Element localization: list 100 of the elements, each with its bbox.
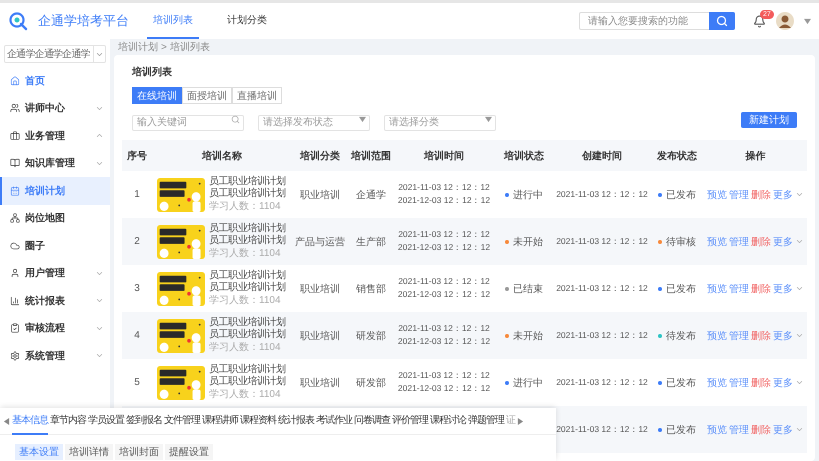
action-link[interactable]: 管理 — [729, 188, 749, 202]
more-link[interactable]: 更多 — [773, 376, 793, 390]
table-cell: 生产部 — [348, 218, 394, 265]
action-link[interactable]: 预览 — [707, 188, 727, 202]
panel-tab[interactable]: 文件管理 — [164, 408, 200, 434]
chevron-down-icon[interactable] — [795, 425, 804, 434]
delete-link[interactable]: 删除 — [751, 422, 771, 436]
created-time: 2021-11-03 12：12：12 — [556, 282, 648, 292]
sidebar-item[interactable]: 统计报表 — [0, 287, 110, 314]
table-cell: 2 — [122, 218, 152, 265]
more-link[interactable]: 更多 — [773, 188, 793, 202]
column-header: 培训分类 — [292, 140, 348, 171]
chevron-down-icon[interactable] — [795, 237, 804, 246]
search-field[interactable]: 请输入您要搜索的功能 — [579, 12, 709, 30]
sidebar-item[interactable]: 审核流程 — [0, 314, 110, 342]
action-link[interactable]: 管理 — [729, 234, 749, 248]
sub-tab[interactable]: 培训封面 — [115, 444, 163, 460]
sub-tab[interactable]: 培训详情 — [65, 444, 113, 460]
delete-link[interactable]: 删除 — [751, 282, 771, 296]
status-text: 已结束 — [513, 282, 543, 296]
action-link[interactable]: 管理 — [729, 422, 749, 436]
sidebar-item[interactable]: 培训计划 — [0, 177, 110, 204]
action-link[interactable]: 预览 — [707, 376, 727, 390]
action-link[interactable]: 预览 — [707, 282, 727, 296]
scroll-right-icon — [517, 418, 524, 424]
end-time: 2021-12-03 12：12：12 — [398, 195, 490, 207]
delete-link[interactable]: 删除 — [751, 188, 771, 202]
category-select[interactable]: 请选择分类 — [384, 114, 496, 130]
panel-tab[interactable]: 问卷调查 — [354, 408, 390, 434]
delete-link[interactable]: 删除 — [751, 376, 771, 390]
training-name[interactable]: 员工职业培训计划员工职业培训计划 — [209, 223, 291, 247]
segment-tab[interactable]: 直播培训 — [232, 87, 282, 104]
panel-tab[interactable]: 学员设置 — [88, 408, 124, 434]
table-cell: 研发部 — [348, 312, 394, 359]
search-button[interactable] — [709, 12, 735, 30]
training-name[interactable]: 员工职业培训计划员工职业培训计划 — [209, 270, 291, 294]
training-name[interactable]: 员工职业培训计划员工职业培训计划 — [209, 364, 291, 388]
caret-icon — [485, 116, 492, 123]
start-time: 2021-11-03 12：12：12 — [398, 276, 490, 288]
chevron-down-icon[interactable] — [795, 190, 804, 199]
chevron-down-icon[interactable] — [795, 378, 804, 387]
delete-link[interactable]: 删除 — [751, 234, 771, 248]
more-link[interactable]: 更多 — [773, 422, 793, 436]
action-link[interactable]: 管理 — [729, 328, 749, 342]
panel-tab[interactable]: 统计报表 — [278, 408, 314, 434]
keyword-field[interactable]: 输入关键词 — [132, 114, 244, 130]
sub-tab[interactable]: 基本设置 — [15, 444, 63, 460]
bell-icon[interactable] — [753, 14, 766, 28]
segment-tab[interactable]: 面授培训 — [182, 87, 232, 104]
panel-tab[interactable]: 课程讨论 — [430, 408, 466, 434]
action-link[interactable]: 预览 — [707, 234, 727, 248]
status-select[interactable]: 请选择发布状态 — [258, 114, 370, 130]
card-title: 培训列表 — [132, 65, 173, 79]
panel-tab[interactable]: 课程资料 — [240, 408, 276, 434]
delete-link[interactable]: 删除 — [751, 328, 771, 342]
panel-tab[interactable]: 章节内容 — [50, 408, 86, 434]
sub-tab[interactable]: 提醒设置 — [165, 444, 213, 460]
more-link[interactable]: 更多 — [773, 234, 793, 248]
panel-tab[interactable]: 评价管理 — [392, 408, 428, 434]
sidebar-item[interactable]: 岗位地图 — [0, 204, 110, 232]
breadcrumb-item[interactable]: 培训计划 — [118, 40, 158, 54]
table-cell: 职业培训 — [292, 171, 348, 218]
more-link[interactable]: 更多 — [773, 282, 793, 296]
created-time: 2021-11-03 12：12：12 — [556, 376, 648, 386]
sidebar-item[interactable]: 圈子 — [0, 232, 110, 260]
status-text: 未开始 — [513, 236, 543, 248]
sidebar-item[interactable]: 首页 — [0, 67, 110, 94]
more-link[interactable]: 更多 — [773, 328, 793, 342]
breadcrumb-separator: > — [161, 42, 167, 52]
column-header: 培训时间 — [394, 140, 494, 171]
panel-tab[interactable]: 考试作业 — [316, 408, 352, 434]
chevron-down-icon[interactable] — [795, 331, 804, 340]
action-link[interactable]: 预览 — [707, 422, 727, 436]
sidebar-item[interactable]: 系统管理 — [0, 342, 110, 370]
panel-tab[interactable]: 弹题管理 — [468, 408, 504, 434]
nav-tab[interactable]: 计划分类 — [221, 3, 273, 39]
action-link[interactable]: 管理 — [729, 376, 749, 390]
training-name[interactable]: 员工职业培训计划员工职业培训计划 — [209, 317, 291, 341]
home-icon — [10, 76, 20, 86]
org-select[interactable]: 企通学企通学企通学 — [4, 45, 106, 63]
sidebar-item[interactable]: 用户管理 — [0, 260, 110, 287]
chevron-down-icon[interactable] — [795, 284, 804, 293]
sidebar-item[interactable]: 业务管理 — [0, 122, 110, 150]
breadcrumb-item: 培训列表 — [170, 40, 210, 54]
nav-tab[interactable]: 培训列表 — [147, 3, 199, 39]
segment-tab[interactable]: 在线培训 — [132, 87, 182, 104]
created-time: 2021-11-03 12：12：12 — [556, 424, 648, 434]
action-link[interactable]: 预览 — [707, 328, 727, 342]
status-text: 已发布 — [666, 188, 696, 202]
sidebar-item[interactable]: 讲师中心 — [0, 94, 110, 122]
panel-tab[interactable]: 基本信息 — [12, 408, 48, 434]
training-name[interactable]: 员工职业培训计划员工职业培训计划 — [209, 176, 291, 200]
avatar[interactable] — [776, 12, 794, 30]
sidebar-item[interactable]: 知识库管理 — [0, 150, 110, 177]
panel-tab[interactable]: 课程讲师 — [202, 408, 238, 434]
table-cell: 职业培训 — [292, 312, 348, 359]
status-text: 进行中 — [513, 188, 543, 202]
new-plan-button[interactable]: 新建计划 — [741, 112, 797, 128]
action-link[interactable]: 管理 — [729, 282, 749, 296]
panel-tab[interactable]: 签到报名 — [126, 408, 162, 434]
